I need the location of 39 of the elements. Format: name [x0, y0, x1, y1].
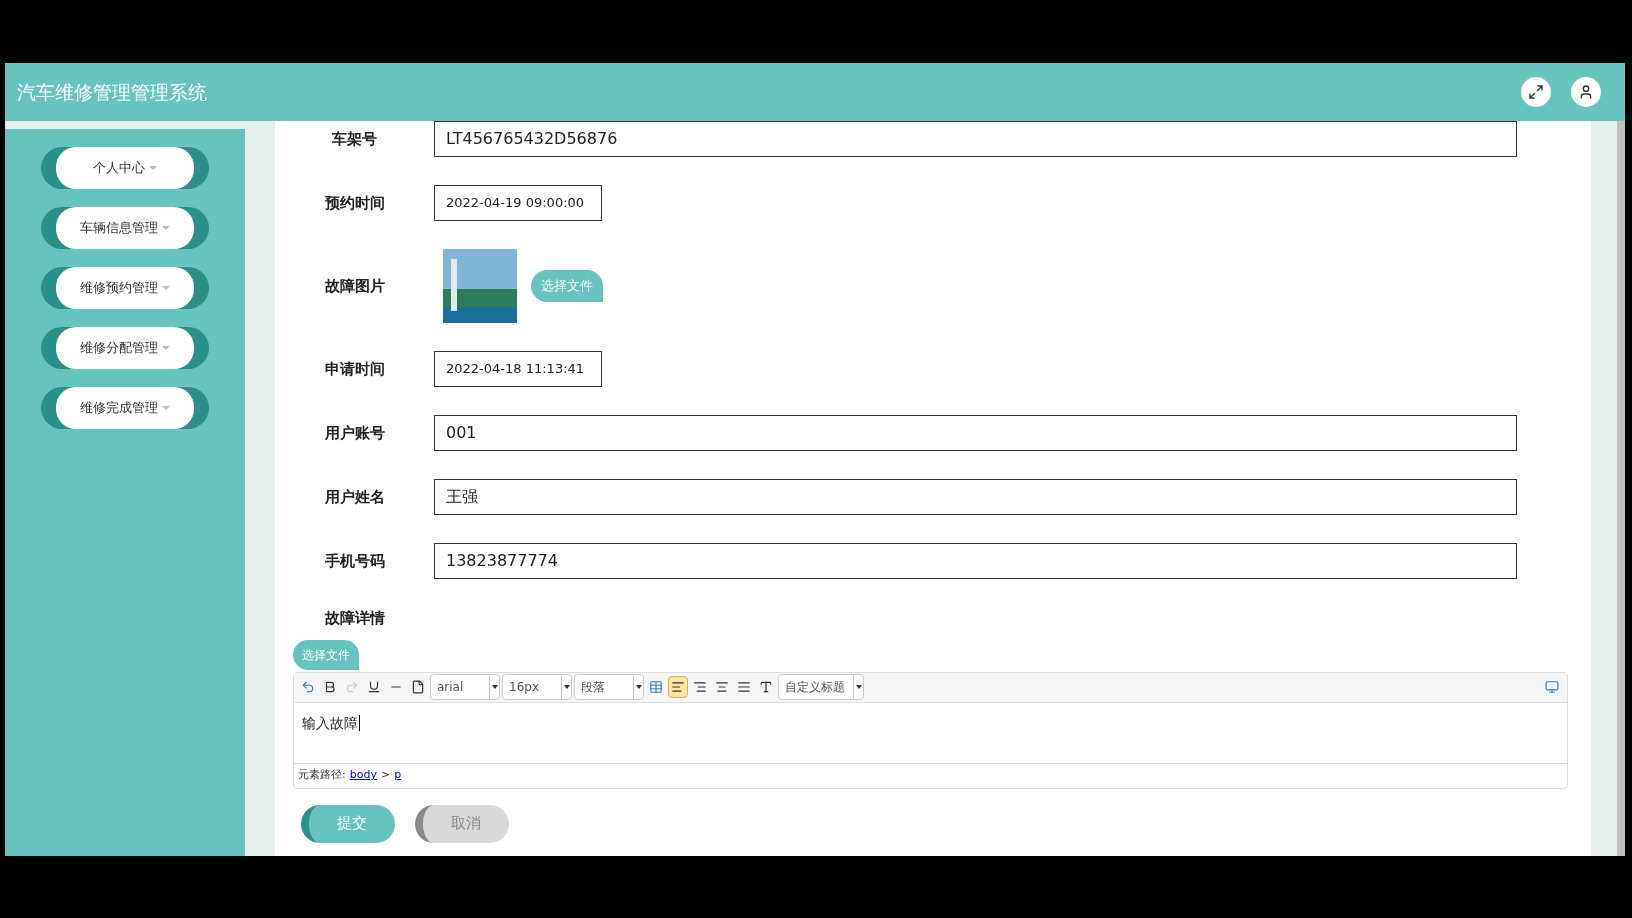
- input-field[interactable]: 王强: [434, 479, 1517, 515]
- input-field[interactable]: 2022-04-19 09:00:00: [434, 185, 602, 221]
- element-path-label: 元素路径:: [298, 767, 346, 784]
- sidebar-item[interactable]: 个人中心: [41, 147, 209, 189]
- sidebar-item[interactable]: 维修预约管理: [41, 267, 209, 309]
- caret-icon: [149, 166, 157, 170]
- editor-content[interactable]: 输入故障: [294, 702, 1567, 763]
- field-label: 预约时间: [323, 192, 386, 214]
- path-link[interactable]: body: [349, 767, 377, 784]
- align-left-tool-icon[interactable]: [668, 676, 688, 698]
- caret-icon: [162, 346, 170, 350]
- caret-icon: [162, 226, 170, 230]
- input-field[interactable]: 13823877774: [434, 543, 1517, 579]
- input-field[interactable]: LT456765432D56876: [434, 121, 1517, 157]
- sidebar-item[interactable]: 维修完成管理: [41, 387, 209, 429]
- field-label: 故障图片: [323, 275, 386, 297]
- paragraph-select[interactable]: 段落: [574, 674, 644, 700]
- heading-select[interactable]: 自定义标题: [778, 674, 864, 700]
- caret-icon: [162, 406, 170, 410]
- field-label: 用户姓名: [323, 486, 386, 508]
- input-field[interactable]: 001: [434, 415, 1517, 451]
- font-select[interactable]: arial: [430, 674, 500, 700]
- path-separator: >: [380, 767, 391, 784]
- size-select[interactable]: 16px: [502, 674, 572, 700]
- caret-icon: [162, 286, 170, 290]
- field-label: 车架号: [331, 128, 378, 150]
- user-icon[interactable]: [1571, 77, 1601, 107]
- path-link[interactable]: p: [394, 767, 402, 784]
- preview-icon[interactable]: [1545, 680, 1559, 694]
- fullscreen-icon[interactable]: [1521, 77, 1551, 107]
- editor-text: 输入故障: [302, 714, 360, 731]
- app-title: 汽车维修管理管理系统: [17, 79, 207, 105]
- sidebar-item[interactable]: 车辆信息管理: [41, 207, 209, 249]
- field-label: 用户账号: [323, 422, 386, 444]
- sidebar-item[interactable]: 维修分配管理: [41, 327, 209, 369]
- field-label: 申请时间: [323, 358, 386, 380]
- field-label: 故障详情: [323, 608, 386, 629]
- field-label: 手机号码: [323, 550, 386, 572]
- input-field[interactable]: 2022-04-18 11:13:41: [434, 351, 602, 387]
